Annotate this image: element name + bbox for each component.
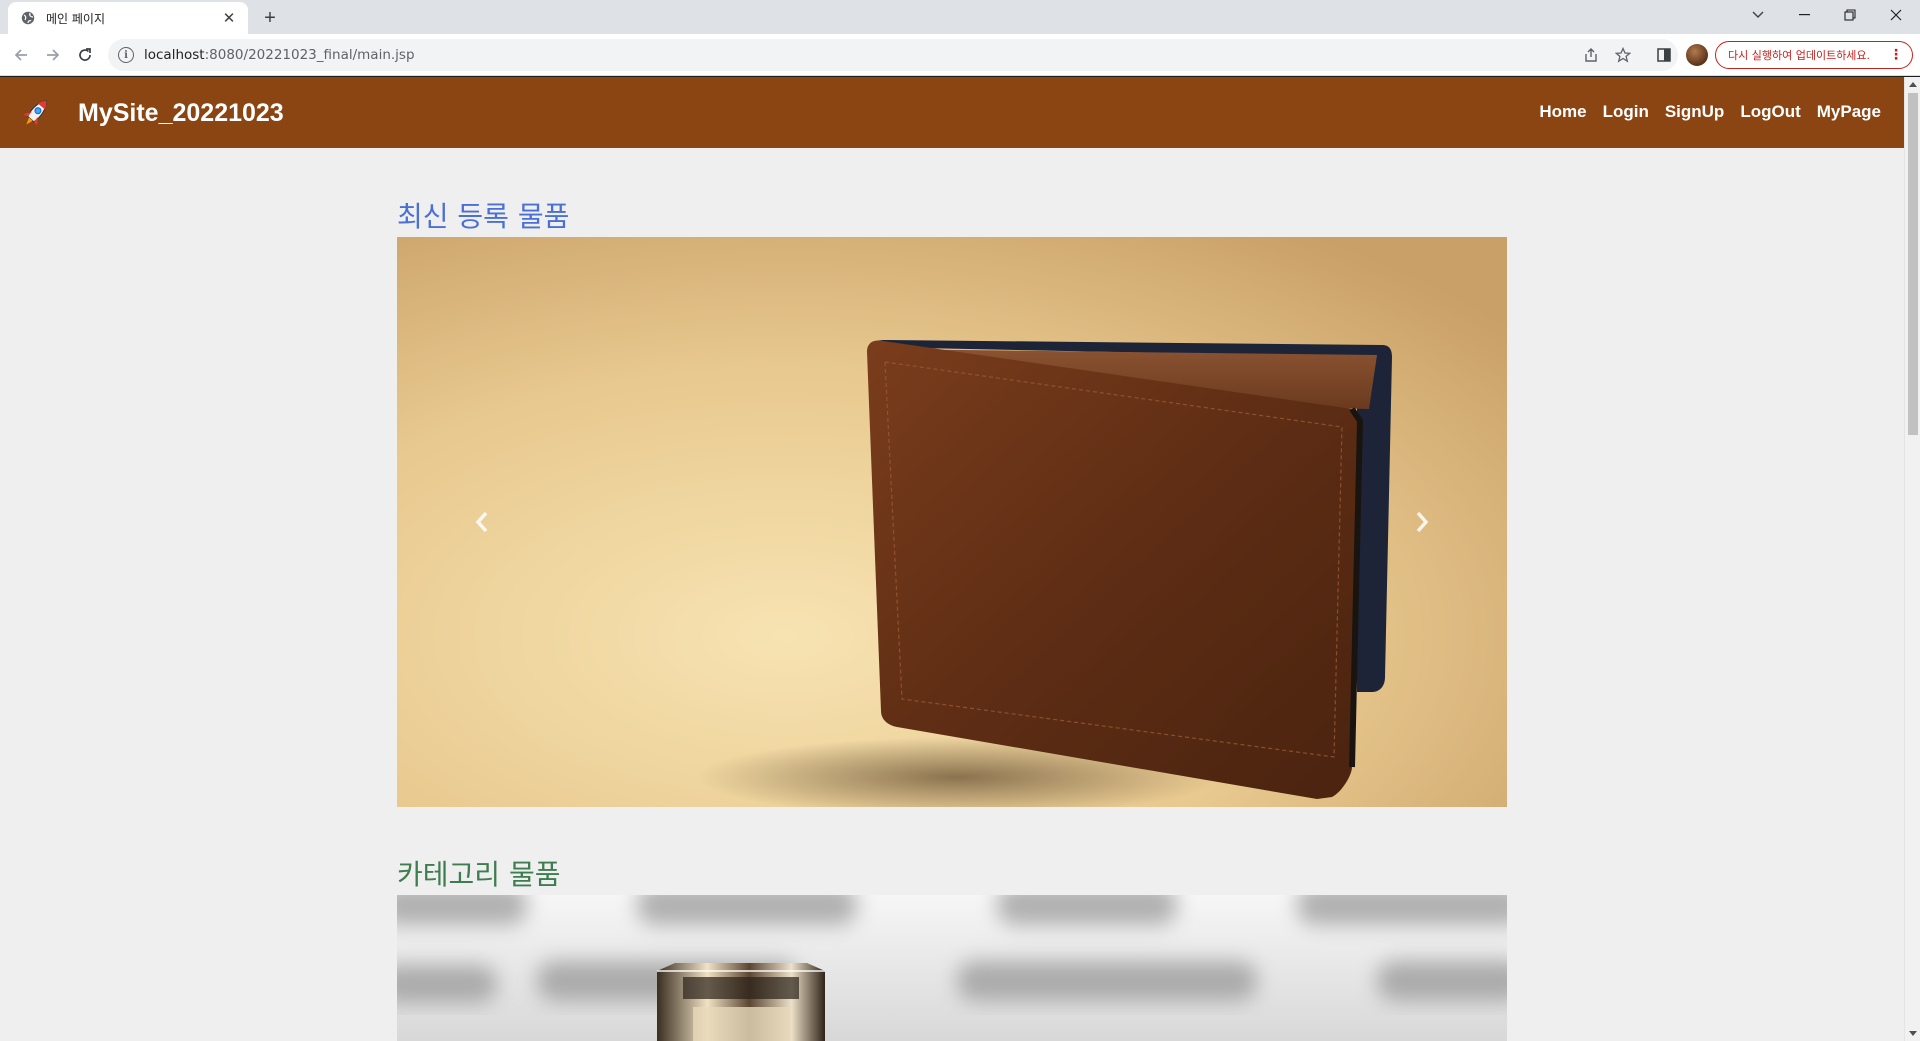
bookmark-star-icon[interactable] — [1614, 46, 1632, 64]
scroll-up-arrow-icon[interactable] — [1909, 82, 1917, 87]
site-menu: Home Login SignUp LogOut MyPage — [1539, 102, 1881, 122]
site-brand[interactable]: MySite_20221023 — [78, 99, 284, 128]
latest-items-title: 최신 등록 물품 — [397, 200, 570, 233]
nav-home-link[interactable]: Home — [1539, 102, 1586, 122]
site-navbar: MySite_20221023 Home Login SignUp LogOut… — [0, 77, 1904, 148]
wallet-product-image — [397, 237, 1507, 807]
side-panel-icon[interactable] — [1654, 45, 1674, 65]
scroll-down-arrow-icon[interactable] — [1909, 1031, 1917, 1036]
more-menu-icon[interactable]: ⋮ — [1889, 47, 1903, 63]
url-text: localhost:8080/20221023_final/main.jsp — [144, 47, 415, 63]
rocket-icon[interactable] — [18, 95, 54, 131]
globe-icon — [20, 10, 36, 26]
scroll-thumb[interactable] — [1908, 93, 1918, 435]
address-bar[interactable]: i localhost:8080/20221023_final/main.jsp — [108, 39, 1678, 71]
nav-login-link[interactable]: Login — [1603, 102, 1649, 122]
browser-tabstrip: 메인 페이지 ✕ + — [0, 0, 1920, 34]
update-button[interactable]: 다시 실행하여 업데이트하세요. ⋮ — [1715, 41, 1913, 69]
page-scrollbar[interactable] — [1904, 77, 1920, 1041]
forward-arrow-icon[interactable] — [40, 42, 66, 68]
perfume-product-image — [397, 895, 1507, 1041]
browser-tab[interactable]: 메인 페이지 ✕ — [8, 2, 248, 34]
category-items-title: 카테고리 물품 — [397, 858, 561, 891]
browser-toolbar: i localhost:8080/20221023_final/main.jsp… — [0, 34, 1920, 76]
update-label: 다시 실행하여 업데이트하세요. — [1728, 49, 1871, 62]
latest-items-carousel[interactable] — [397, 237, 1507, 807]
category-items-carousel[interactable] — [397, 895, 1507, 1041]
chevron-left-icon[interactable] — [467, 507, 497, 537]
reload-icon[interactable] — [72, 42, 98, 68]
nav-mypage-link[interactable]: MyPage — [1817, 102, 1881, 122]
tab-search-icon[interactable] — [1736, 0, 1780, 30]
nav-signup-link[interactable]: SignUp — [1665, 102, 1725, 122]
share-icon[interactable] — [1582, 46, 1600, 64]
tab-close-icon[interactable]: ✕ — [220, 9, 238, 27]
back-arrow-icon[interactable] — [8, 42, 34, 68]
close-window-button[interactable] — [1874, 0, 1918, 30]
tab-title: 메인 페이지 — [46, 11, 106, 26]
site-info-icon[interactable]: i — [118, 47, 134, 63]
profile-avatar[interactable] — [1686, 44, 1708, 66]
minimize-button[interactable] — [1782, 0, 1826, 30]
restore-button[interactable] — [1828, 0, 1872, 30]
chevron-right-icon[interactable] — [1407, 507, 1437, 537]
new-tab-button[interactable]: + — [258, 6, 282, 30]
page-viewport: MySite_20221023 Home Login SignUp LogOut… — [0, 77, 1920, 1041]
nav-logout-link[interactable]: LogOut — [1740, 102, 1800, 122]
